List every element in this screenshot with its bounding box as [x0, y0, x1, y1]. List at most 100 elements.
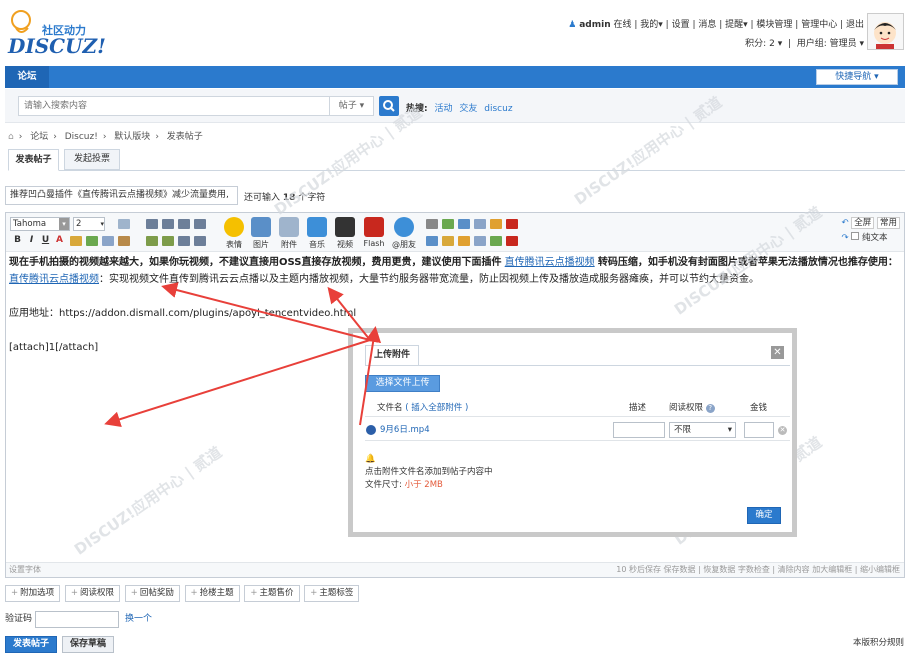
help-icon[interactable]: ?	[705, 404, 715, 413]
submit-button[interactable]: 发表帖子	[5, 636, 57, 653]
discuz-logo[interactable]: 社区动力 DISCUZ!	[6, 6, 116, 58]
save-draft-button[interactable]: 保存草稿	[62, 636, 114, 653]
logout-link[interactable]: 退出	[846, 20, 864, 30]
settings-link[interactable]: 设置	[672, 20, 690, 30]
redo-icon[interactable]: ↷	[841, 233, 848, 243]
file-name-link[interactable]: 9月6日.mp4	[380, 419, 430, 441]
plugin-link[interactable]: 直传腾讯云点播视频	[505, 257, 595, 268]
breadcrumb-item[interactable]: 默认版块	[114, 132, 150, 142]
avatar[interactable]	[867, 13, 904, 50]
credits-menu[interactable]: 积分: 2 ▾	[745, 39, 782, 49]
user-icon: ♟	[568, 20, 577, 30]
italic-button[interactable]: I	[26, 235, 37, 245]
delete-file-icon[interactable]: ✕	[778, 426, 787, 435]
search-type-select[interactable]: 帖子 ▾	[329, 96, 374, 116]
font-size-select[interactable]: 2 ▾	[73, 217, 105, 231]
col-file: 文件名 ( 插入全部附件 )	[377, 403, 469, 413]
clear-format-icon[interactable]	[118, 236, 130, 246]
confirm-button[interactable]: 确定	[747, 507, 781, 524]
subject-input[interactable]: 推荐凹凸曼插件《直传腾讯云点播视频》减少流量费用,	[5, 186, 238, 205]
at-friend-icon[interactable]	[394, 217, 414, 237]
video-icon[interactable]	[335, 217, 355, 237]
qq-icon[interactable]	[506, 236, 518, 246]
image-icon[interactable]	[251, 217, 271, 237]
search-input[interactable]	[18, 96, 330, 116]
table-icon[interactable]	[118, 219, 130, 229]
undo-icon[interactable]: ↶	[841, 218, 848, 228]
file-money-input[interactable]	[744, 422, 774, 438]
option-reply-reward[interactable]: + 回帖奖励	[124, 585, 180, 602]
option-extra[interactable]: + 附加选项	[5, 585, 61, 602]
admin-center-link[interactable]: 管理中心	[801, 20, 837, 30]
sale-icon[interactable]	[458, 236, 470, 246]
common-button[interactable]: 常用	[876, 217, 900, 229]
credit-rules-link[interactable]: 本版积分规则	[853, 636, 904, 648]
hot-search-item[interactable]: 交友	[459, 104, 477, 114]
fullscreen-button[interactable]: 全屏	[851, 217, 875, 229]
font-color-button[interactable]: A	[54, 235, 65, 245]
hide-icon[interactable]	[458, 219, 470, 229]
code-icon[interactable]	[442, 219, 454, 229]
font-family-select[interactable]: Tahoma ▾	[10, 217, 70, 231]
dialog-tab-upload[interactable]: 上传附件	[365, 345, 419, 366]
html-icon[interactable]	[426, 236, 438, 246]
emoji-icon[interactable]	[224, 217, 244, 237]
plugin-link[interactable]: 直传腾讯云点播视频	[9, 274, 99, 285]
flash-icon[interactable]	[364, 217, 384, 237]
music-icon[interactable]	[307, 217, 327, 237]
usergroup-menu[interactable]: 用户组: 管理员 ▾	[797, 39, 864, 49]
verify-change-link[interactable]: 换一个	[125, 611, 152, 627]
loc-icon[interactable]	[490, 236, 502, 246]
username-link[interactable]: admin	[579, 20, 610, 30]
password-icon[interactable]	[490, 219, 502, 229]
unordered-list-icon[interactable]	[194, 236, 206, 246]
unlink-icon[interactable]	[102, 236, 114, 246]
remind-menu[interactable]: 提醒	[725, 20, 743, 30]
option-floor-thread[interactable]: + 抢楼主题	[184, 585, 240, 602]
attachment-icon[interactable]	[279, 217, 299, 237]
float-left-icon[interactable]	[146, 236, 158, 246]
home-icon[interactable]: ⌂	[8, 132, 14, 142]
index-icon[interactable]	[506, 219, 518, 229]
breadcrumb-item[interactable]: 论坛	[30, 132, 48, 142]
tips-icon[interactable]	[474, 236, 486, 246]
highlight-icon[interactable]	[70, 236, 82, 246]
quick-nav-button[interactable]: 快捷导航 ▾	[816, 69, 898, 85]
col-desc: 描述	[629, 403, 647, 413]
tab-poll[interactable]: 发起投票	[64, 149, 120, 170]
underline-button[interactable]: U	[40, 235, 51, 245]
dialog-close-icon[interactable]: ✕	[771, 346, 784, 359]
file-perm-select[interactable]: 不限 ▾	[669, 422, 736, 438]
option-tags[interactable]: + 主题标签	[304, 585, 360, 602]
breadcrumb-item[interactable]: Discuz!	[65, 132, 98, 142]
option-read-perm[interactable]: + 阅读权限	[64, 585, 120, 602]
float-right-icon[interactable]	[162, 236, 174, 246]
quote-icon[interactable]	[426, 219, 438, 229]
align-left-icon[interactable]	[146, 219, 158, 229]
editor-status-actions[interactable]: 10 秒后保存 保存数据 | 恢复数据 字数检查 | 清除内容 加大编辑框 | …	[616, 563, 900, 577]
insert-all-link[interactable]: ( 插入全部附件 )	[405, 403, 468, 413]
option-price[interactable]: + 主题售价	[244, 585, 300, 602]
ordered-list-icon[interactable]	[178, 236, 190, 246]
plaintext-checkbox[interactable]	[851, 232, 860, 240]
align-center-icon[interactable]	[162, 219, 174, 229]
content-bold-text: 现在手机拍摄的视频越来越大，如果你玩视频，不建议直接用OSS直接存放视频，费用更…	[9, 257, 502, 268]
page-break-icon[interactable]	[442, 236, 454, 246]
justify-icon[interactable]	[194, 219, 206, 229]
file-desc-input[interactable]	[613, 422, 665, 438]
choose-file-button[interactable]: 选择文件上传	[365, 375, 440, 392]
set-font-link[interactable]: 设置字体	[9, 565, 41, 574]
nav-tab-forum[interactable]: 论坛	[5, 66, 49, 88]
modules-link[interactable]: 模块管理	[756, 20, 792, 30]
hot-search-item[interactable]: 活动	[434, 104, 452, 114]
tab-post-thread[interactable]: 发表帖子	[8, 149, 59, 171]
bold-button[interactable]: B	[12, 235, 23, 245]
messages-link[interactable]: 消息	[698, 20, 716, 30]
link-icon[interactable]	[86, 236, 98, 246]
free-icon[interactable]	[474, 219, 486, 229]
align-right-icon[interactable]	[178, 219, 190, 229]
verify-input[interactable]	[35, 611, 119, 628]
my-menu[interactable]: 我的	[640, 20, 658, 30]
hot-search-item[interactable]: discuz	[484, 104, 512, 114]
upload-attachment-dialog: 上传附件 ✕ 选择文件上传 文件名 ( 插入全部附件 ) 描述 阅读权限 ? 金…	[348, 328, 797, 537]
